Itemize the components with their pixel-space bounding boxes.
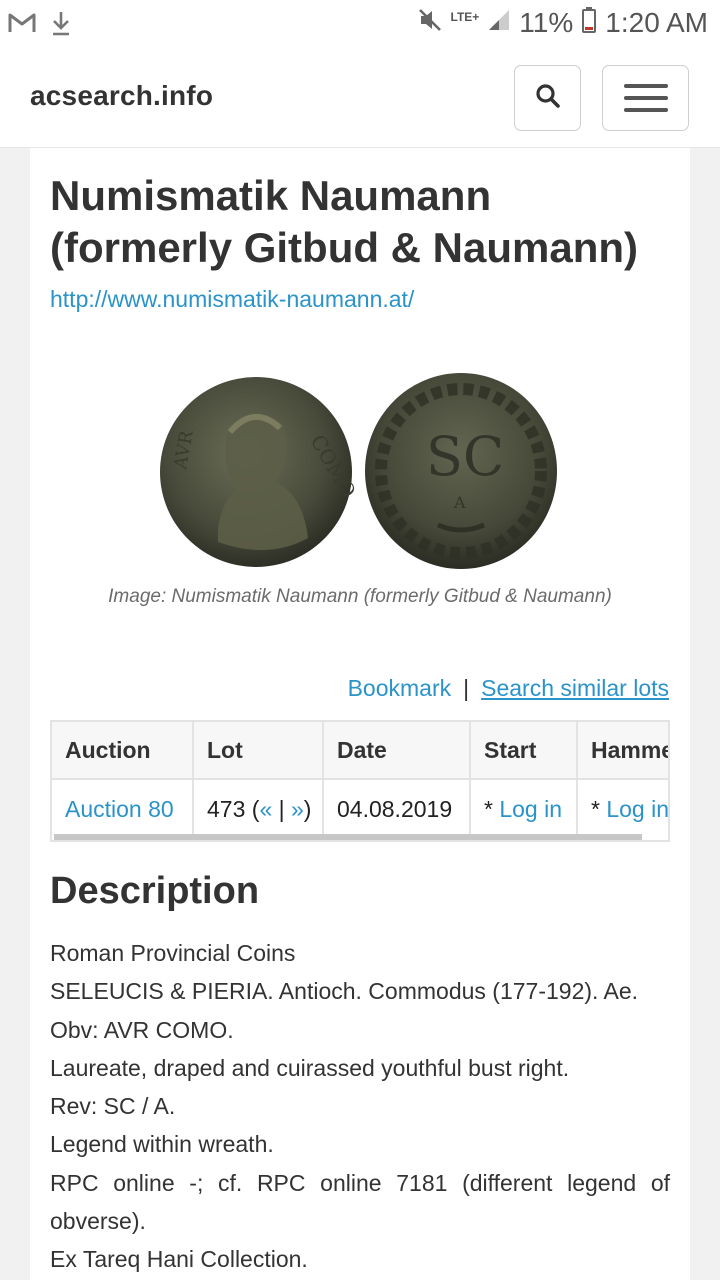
description-line: Laureate, draped and cuirassed youthful … [50, 1054, 570, 1081]
site-header: acsearch.info [0, 48, 720, 148]
battery-icon [581, 6, 597, 39]
hammer-cell: * Log in [578, 780, 668, 838]
svg-text:A: A [453, 493, 466, 512]
header-hammer: Hammer [591, 736, 668, 763]
lot-close-paren: ) [303, 795, 312, 822]
actions-separator: | [463, 675, 470, 701]
start-cell: * Log in [471, 780, 578, 838]
lot-cell: 473 (« | ») [194, 780, 324, 838]
menu-button[interactable] [602, 65, 689, 131]
lot-card: Numismatik Naumann (formerly Gitbud & Na… [30, 148, 690, 1280]
mute-icon [417, 7, 443, 38]
search-similar-link[interactable]: Search similar lots [481, 675, 669, 702]
description-heading: Description [50, 870, 260, 912]
header-start: Start [471, 722, 578, 778]
lot-actions: Bookmark | Search similar lots [348, 675, 669, 702]
previous-lot-link[interactable]: « [259, 796, 272, 823]
signal-icon [487, 8, 511, 37]
gmail-icon [8, 12, 36, 39]
auction-link[interactable]: Auction 80 [65, 796, 174, 823]
page-title: Numismatik Naumann (formerly Gitbud & Na… [50, 172, 639, 271]
battery-percent: 11% [519, 6, 574, 38]
table-scrollbar-thumb[interactable] [54, 834, 642, 840]
coin-image[interactable]: COMO AVR SC A [158, 370, 562, 576]
search-icon [535, 83, 561, 114]
description-line: SELEUCIS & PIERIA. Antioch. Commodus (17… [50, 978, 639, 1005]
description-body: Roman Provincial Coins SELEUCIS & PIERIA… [50, 934, 670, 1279]
lot-number: 473 ( [207, 795, 260, 822]
table-scrollbar[interactable] [52, 834, 668, 840]
svg-text:SC: SC [426, 425, 504, 488]
clock: 1:20 AM [605, 6, 708, 38]
start-login-link[interactable]: Log in [499, 796, 562, 823]
header-lot: Lot [194, 722, 324, 778]
status-bar: LTE+ 11% 1:20 AM [0, 0, 720, 48]
hamburger-icon [623, 84, 668, 112]
network-type: LTE+ [450, 9, 480, 24]
description-line: Obv: AVR COMO. [50, 1016, 234, 1043]
download-icon [50, 10, 72, 41]
description-line: RPC online -; cf. RPC online 7181 (diffe… [50, 1169, 670, 1235]
hammer-prefix: * [591, 795, 607, 822]
lot-nav-separator: | [272, 795, 291, 822]
description-line: Legend within wreath. [50, 1131, 274, 1158]
lot-table[interactable]: Auction Lot Date Start Hammer Auction 80… [50, 720, 670, 842]
description-line: Roman Provincial Coins [50, 940, 296, 966]
description-line: Rev: SC / A. [50, 1093, 176, 1120]
auction-cell: Auction 80 [52, 780, 194, 838]
bookmark-link[interactable]: Bookmark [348, 675, 452, 702]
table-header-row: Auction Lot Date Start Hammer [52, 722, 668, 780]
start-prefix: * [484, 795, 500, 822]
search-button[interactable] [514, 65, 581, 131]
description-line: Ex Tareq Hani Collection. [50, 1246, 308, 1273]
hammer-login-link[interactable]: Log in [606, 796, 668, 823]
site-brand[interactable]: acsearch.info [30, 80, 213, 112]
date-cell: 04.08.2019 [324, 780, 471, 838]
image-caption: Image: Numismatik Naumann (formerly Gitb… [108, 586, 612, 607]
table-row: Auction 80 473 (« | ») 04.08.2019 * Log … [52, 780, 668, 838]
header-date: Date [324, 722, 471, 778]
auction-house-url[interactable]: http://www.numismatik-naumann.at/ [50, 286, 414, 313]
header-auction: Auction [52, 722, 194, 778]
next-lot-link[interactable]: » [291, 796, 304, 823]
